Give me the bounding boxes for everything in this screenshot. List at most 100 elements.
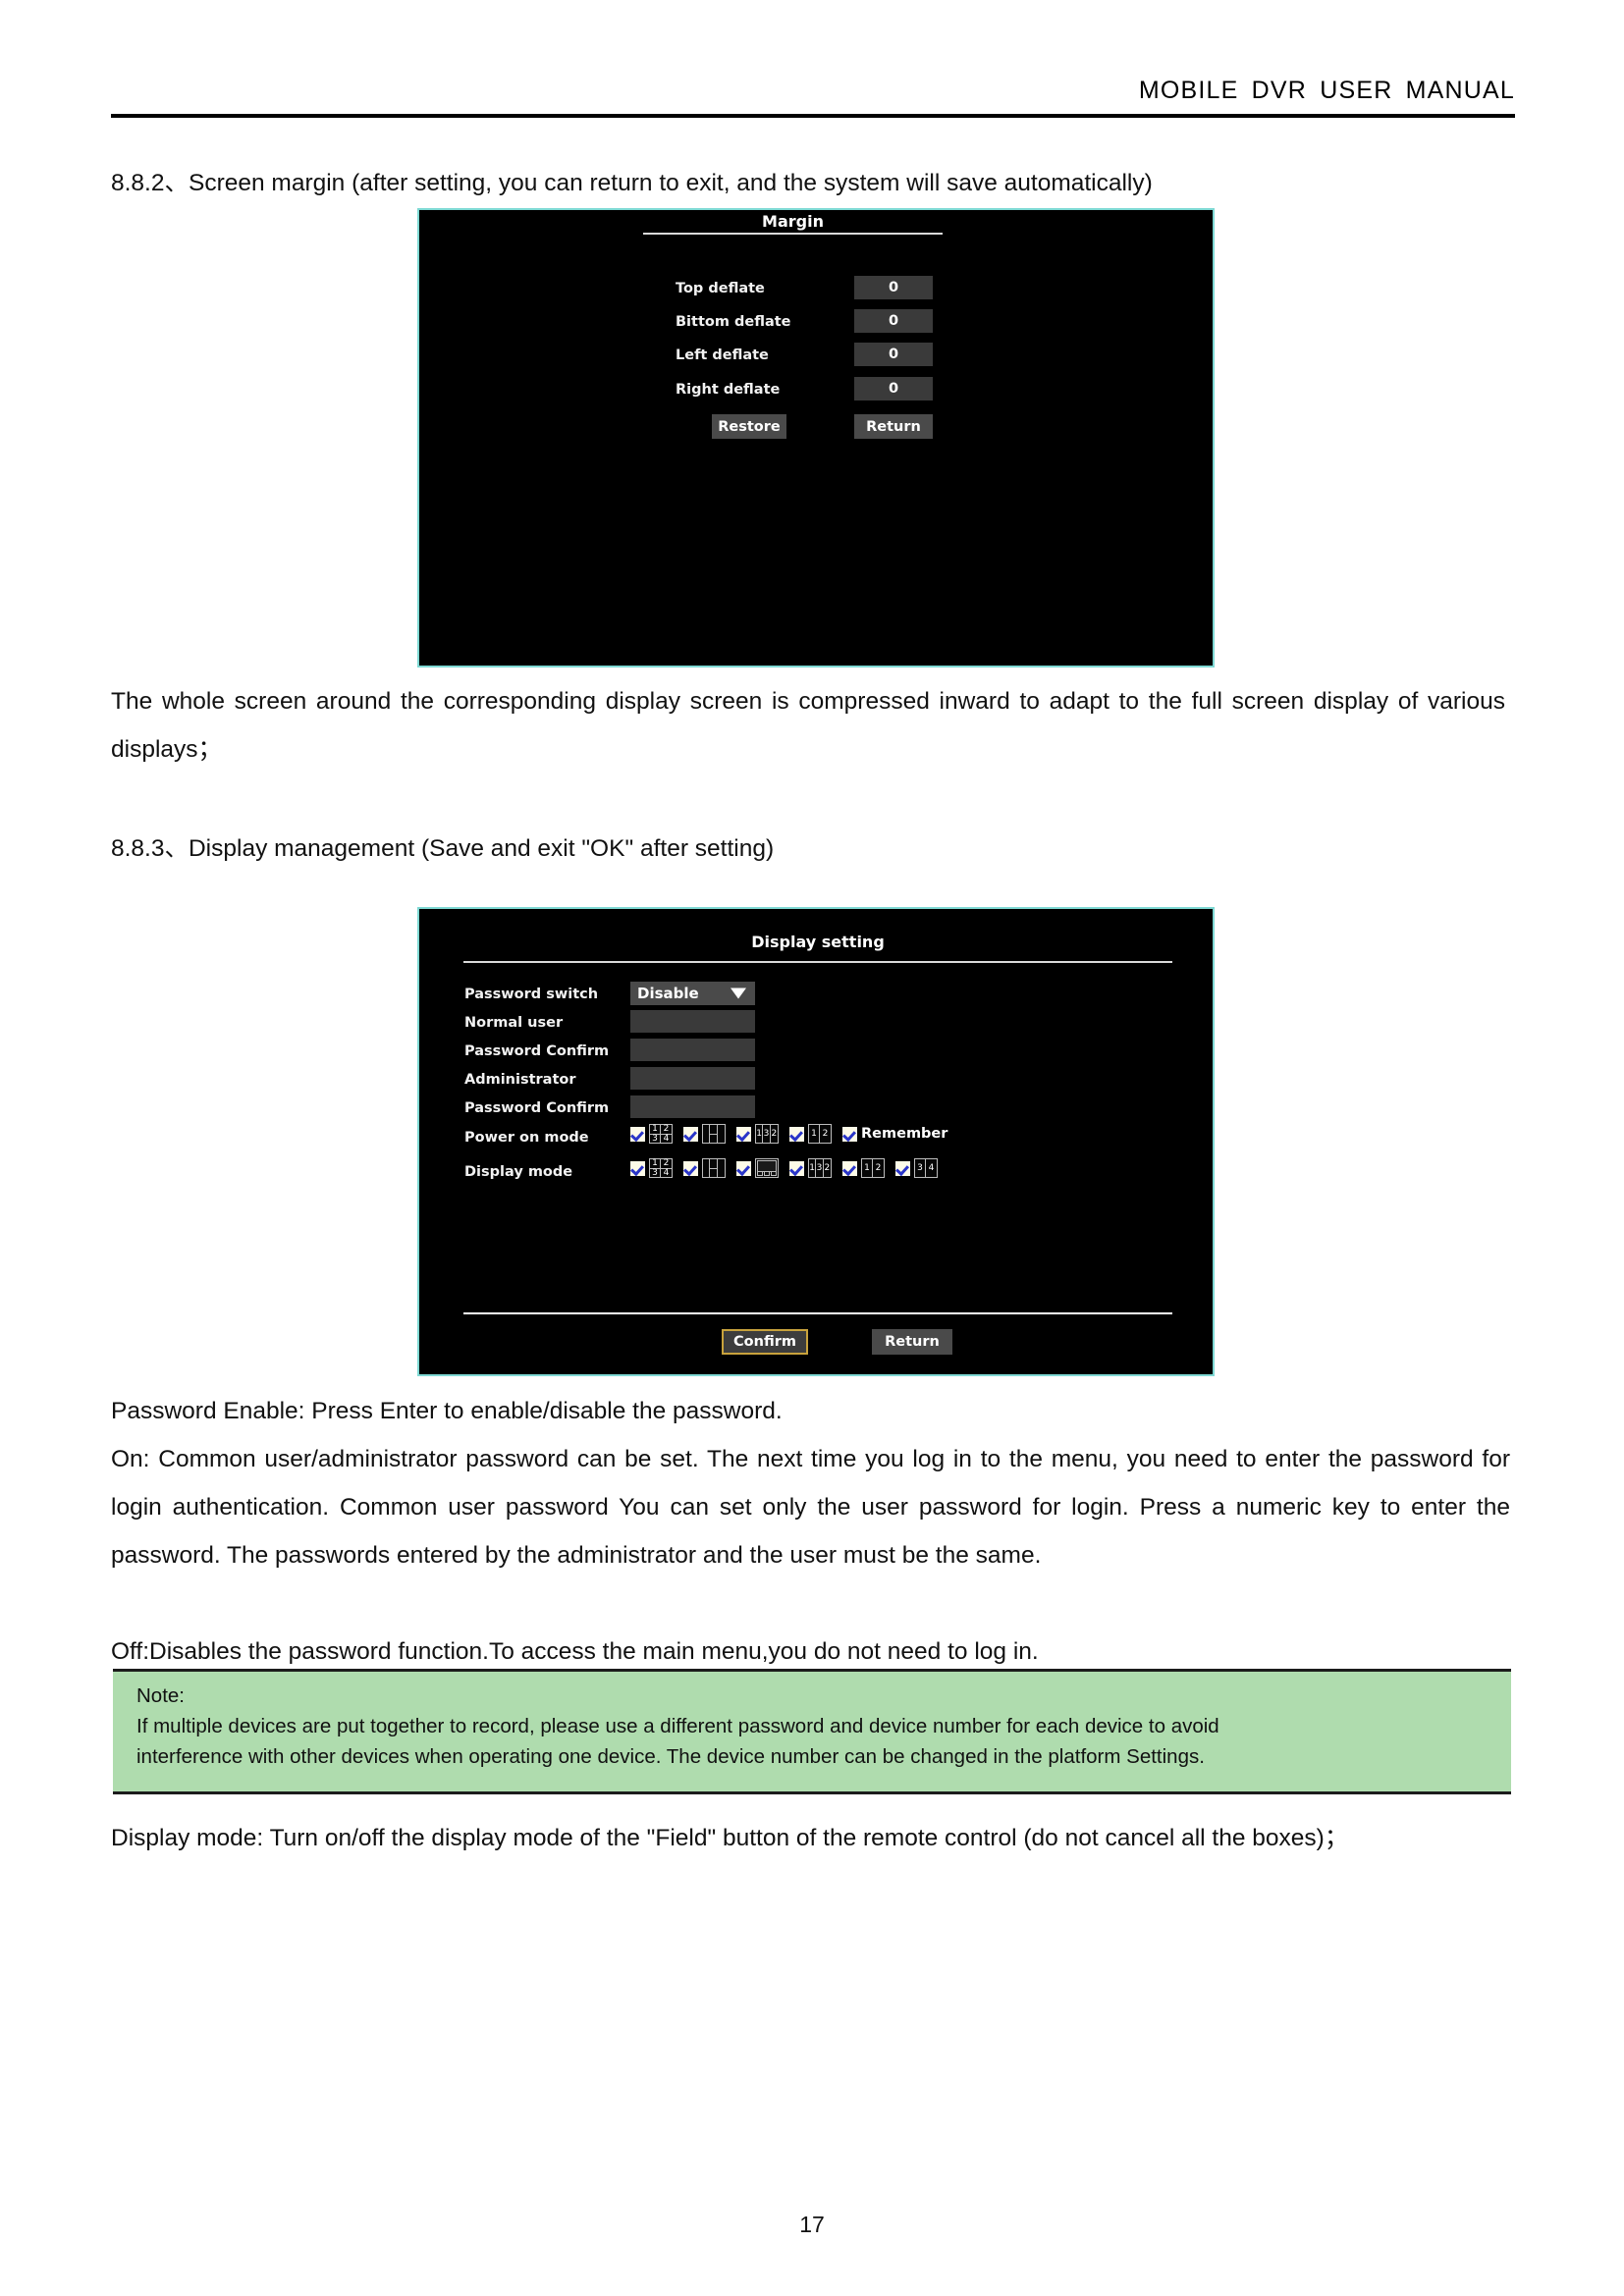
remember-label: Remember [861, 1126, 948, 1142]
document-page: MOBILE DVR USER MANUAL 8.8.2、Screen marg… [0, 0, 1624, 2296]
layout-pip-icon [755, 1158, 779, 1178]
password-switch-select[interactable]: Disable [630, 982, 755, 1005]
checkbox-icon[interactable] [630, 1160, 645, 1176]
normal-user-input[interactable] [630, 1010, 755, 1033]
paragraph-display-mode: Display mode: Turn on/off the display mo… [111, 1825, 1349, 1851]
pip-strip-pane [757, 1171, 763, 1176]
display-mode-option-pip[interactable] [736, 1158, 779, 1178]
label-administrator: Administrator [464, 1072, 576, 1088]
layout-quad-icon: 1 2 3 4 [649, 1158, 673, 1178]
cell-label: 1 [862, 1159, 873, 1177]
checkbox-icon[interactable] [895, 1160, 910, 1176]
cell-label: 3 [763, 1125, 771, 1143]
display-mode-options: 1 2 3 4 1 3 2 1 2 3 4 [630, 1158, 948, 1178]
page-header: MOBILE DVR USER MANUAL [111, 77, 1515, 118]
header-rule [111, 114, 1515, 118]
note-callout: Note: If multiple devices are put togeth… [113, 1669, 1511, 1794]
paragraph-password-enable: Password Enable: Press Enter to enable/d… [111, 1398, 783, 1424]
margin-value-left-deflate[interactable]: 0 [854, 343, 933, 366]
cell-label: 3 [915, 1159, 926, 1177]
chevron-down-icon [731, 988, 746, 999]
password-confirm-1-input[interactable] [630, 1039, 755, 1061]
password-switch-value: Disable [637, 985, 699, 1002]
power-on-option-duo[interactable]: 1 2 [789, 1124, 832, 1144]
note-line-1: If multiple devices are put together to … [136, 1715, 1219, 1737]
power-on-option-remember[interactable]: Remember [842, 1126, 947, 1142]
cell-label: 1 [756, 1125, 764, 1143]
checkbox-icon[interactable] [683, 1160, 698, 1176]
layout-quad-icon: 1 2 3 4 [649, 1124, 673, 1144]
cell-label [718, 1159, 725, 1177]
cell-label: 4 [663, 1134, 670, 1144]
cell-label: 2 [875, 1162, 882, 1173]
margin-label-right-deflate: Right deflate [676, 382, 781, 398]
paragraph-password-on: On: Common user/administrator password c… [111, 1446, 1510, 1569]
cell-label: 3 [816, 1159, 824, 1177]
checkbox-icon[interactable] [789, 1126, 804, 1142]
paragraph-screen-compression: The whole screen around the correspondin… [111, 688, 1505, 763]
display-dialog-title: Display setting [751, 933, 885, 951]
display-mode-option-hsplit[interactable] [683, 1158, 726, 1178]
cell-label: 1 [809, 1159, 817, 1177]
display-setting-screen: Display setting Password switch Normal u… [417, 907, 1215, 1376]
layout-duo-icon: 3 4 [914, 1158, 938, 1178]
checkbox-icon[interactable] [842, 1160, 857, 1176]
cell-label: 2 [824, 1162, 831, 1173]
cell-label [703, 1125, 711, 1143]
display-mode-option-quad[interactable]: 1 2 3 4 [630, 1158, 673, 1178]
checkbox-icon[interactable] [683, 1126, 698, 1142]
cell-label: 4 [663, 1168, 670, 1178]
margin-value-top-deflate[interactable]: 0 [854, 276, 933, 299]
display-mode-option-tri[interactable]: 1 3 2 [789, 1158, 832, 1178]
cell-label: 4 [928, 1162, 935, 1173]
layout-tri-icon: 1 3 2 [755, 1124, 779, 1144]
display-return-button[interactable]: Return [872, 1329, 952, 1355]
cell-label: 3 [650, 1169, 661, 1178]
password-confirm-2-input[interactable] [630, 1095, 755, 1118]
margin-value-bittom-deflate[interactable]: 0 [854, 309, 933, 333]
pip-strip-pane [771, 1171, 777, 1176]
power-on-option-quad[interactable]: 1 2 3 4 [630, 1124, 673, 1144]
layout-hsplit-icon [702, 1158, 726, 1178]
margin-restore-button[interactable]: Restore [712, 414, 786, 439]
margin-title-rule [643, 233, 943, 235]
margin-value-right-deflate[interactable]: 0 [854, 377, 933, 400]
cell-label: 1 [809, 1125, 820, 1143]
layout-duo-icon: 1 2 [861, 1158, 885, 1178]
margin-label-left-deflate: Left deflate [676, 347, 769, 363]
layout-duo-icon: 1 2 [808, 1124, 832, 1144]
cell-label [718, 1125, 725, 1143]
margin-dialog-title: Margin [762, 212, 824, 231]
pip-strip-pane [764, 1171, 770, 1176]
label-password-confirm-1: Password Confirm [464, 1043, 610, 1059]
section-heading-8-8-3: 8.8.3、Display management (Save and exit … [111, 835, 775, 862]
label-password-switch: Password switch [464, 987, 599, 1002]
section-heading-8-8-2: 8.8.2、Screen margin (after setting, you … [111, 170, 1153, 196]
power-on-mode-options: 1 2 3 4 1 3 2 1 2 Remember [630, 1124, 958, 1144]
checkbox-icon[interactable] [842, 1126, 857, 1142]
note-line-2: interference with other devices when ope… [136, 1745, 1205, 1768]
margin-return-button[interactable]: Return [854, 414, 933, 439]
power-on-option-hsplit[interactable] [683, 1124, 726, 1144]
cell-label [710, 1159, 718, 1177]
checkbox-icon[interactable] [630, 1126, 645, 1142]
page-number: 17 [799, 2212, 825, 2237]
cell-label [703, 1159, 711, 1177]
administrator-input[interactable] [630, 1067, 755, 1090]
display-mode-option-duo-12[interactable]: 1 2 [842, 1158, 885, 1178]
checkbox-icon[interactable] [736, 1160, 751, 1176]
power-on-option-tri[interactable]: 1 3 2 [736, 1124, 779, 1144]
cell-label: 3 [650, 1135, 661, 1144]
cell-label: 2 [771, 1128, 778, 1139]
checkbox-icon[interactable] [736, 1126, 751, 1142]
display-confirm-button[interactable]: Confirm [722, 1329, 808, 1355]
header-title: MOBILE DVR USER MANUAL [1138, 77, 1515, 104]
checkbox-icon[interactable] [789, 1160, 804, 1176]
display-footer-rule [463, 1312, 1172, 1314]
label-power-on-mode: Power on mode [464, 1130, 589, 1146]
label-password-confirm-2: Password Confirm [464, 1100, 610, 1116]
label-normal-user: Normal user [464, 1015, 564, 1031]
display-mode-option-duo-34[interactable]: 3 4 [895, 1158, 938, 1178]
margin-dialog-screen: Margin Top deflate Bittom deflate Left d… [417, 208, 1215, 667]
note-heading: Note: [136, 1684, 185, 1707]
